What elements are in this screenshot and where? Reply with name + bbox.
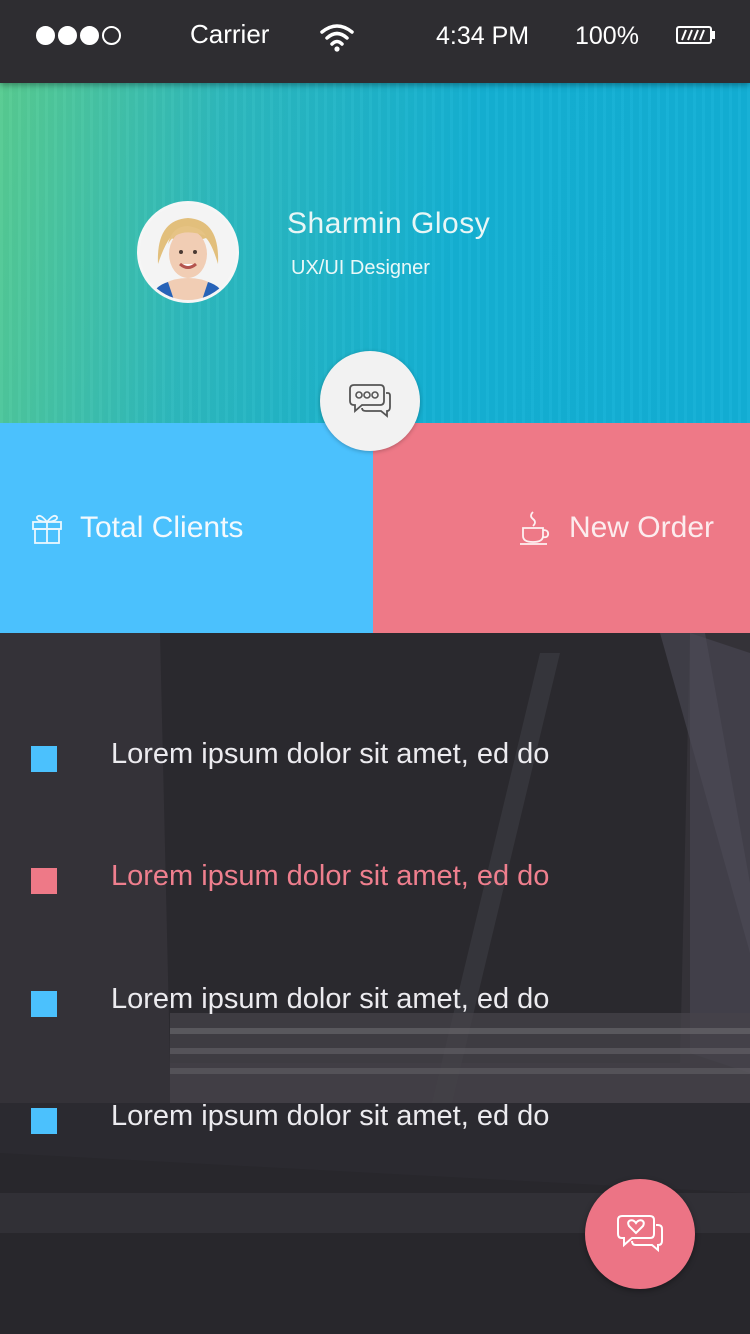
list-item-text: Lorem ipsum dolor sit amet, ed do: [111, 1100, 550, 1132]
list-item-text: Lorem ipsum dolor sit amet, ed do: [111, 983, 550, 1015]
total-clients-label: Total Clients: [80, 511, 244, 544]
list-bullet: [31, 868, 57, 894]
status-bar: Carrier 4:34 PM 100%: [0, 0, 750, 83]
total-clients-tile[interactable]: Total Clients: [0, 423, 373, 633]
list-bullet: [31, 1108, 57, 1134]
wifi-icon: [320, 24, 354, 52]
list-bullet: [31, 746, 57, 772]
signal-dot: [36, 26, 55, 45]
list-item-text: Lorem ipsum dolor sit amet, ed do: [111, 860, 550, 892]
carrier-label: Carrier: [190, 19, 270, 49]
list-item[interactable]: Lorem ipsum dolor sit amet, ed do: [0, 1088, 750, 1148]
battery-icon: [676, 26, 715, 44]
user-name: Sharmin Glosy: [287, 207, 491, 240]
favorite-chat-button[interactable]: [585, 1179, 695, 1289]
chat-button[interactable]: [320, 351, 420, 451]
gift-icon: [32, 514, 62, 544]
list-item-text: Lorem ipsum dolor sit amet, ed do: [111, 738, 550, 770]
heart-chat-icon: [617, 1215, 663, 1253]
clock-time: 4:34 PM: [436, 22, 530, 50]
list-bullet: [31, 991, 57, 1017]
list-item[interactable]: Lorem ipsum dolor sit amet, ed do: [0, 848, 750, 908]
avatar-photo: [140, 204, 236, 300]
chat-bubbles-icon: [349, 384, 391, 418]
new-order-label: New Order: [568, 511, 714, 544]
new-order-tile[interactable]: New Order: [373, 423, 750, 633]
avatar[interactable]: [137, 201, 239, 303]
signal-dot: [102, 26, 121, 45]
signal-strength-icon: [36, 26, 121, 45]
signal-dot: [80, 26, 99, 45]
user-role: UX/UI Designer: [291, 257, 430, 279]
signal-dot: [58, 26, 77, 45]
battery-percentage: 100%: [575, 22, 639, 50]
list-item[interactable]: Lorem ipsum dolor sit amet, ed do: [0, 726, 750, 786]
list-item[interactable]: Lorem ipsum dolor sit amet, ed do: [0, 971, 750, 1031]
coffee-cup-icon: [519, 511, 549, 545]
